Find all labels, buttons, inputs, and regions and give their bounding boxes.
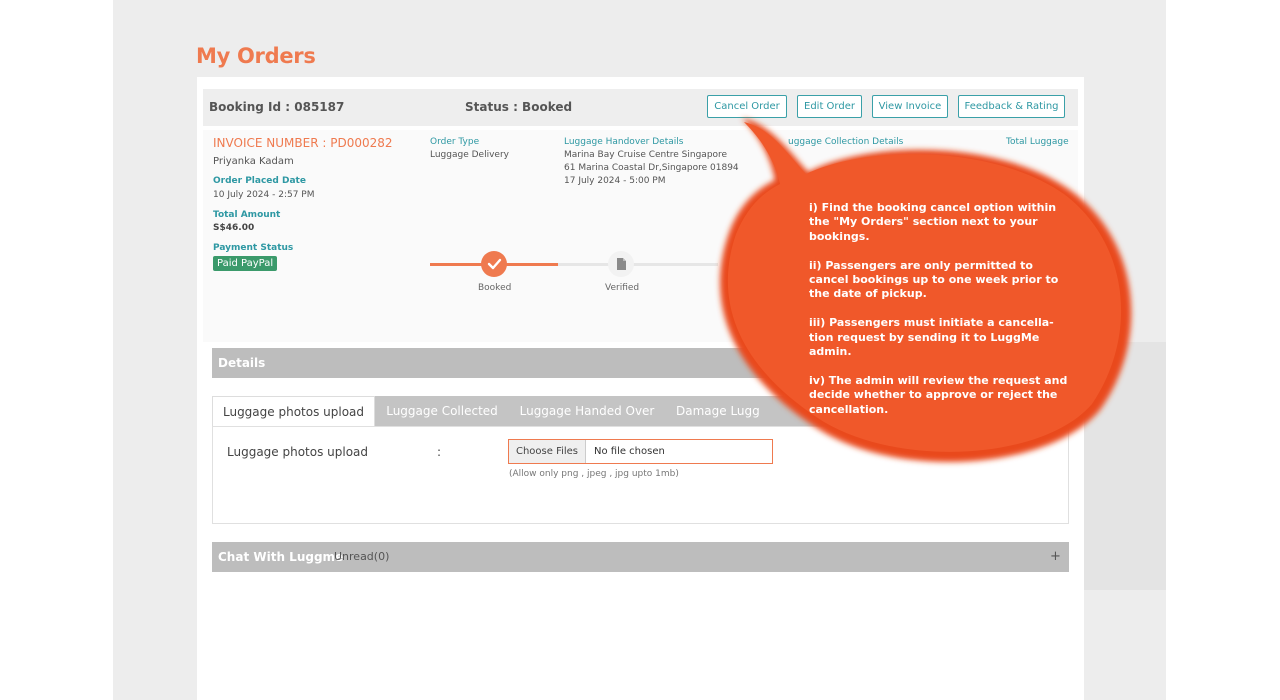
expand-icon[interactable]: + [1050,549,1061,564]
chat-unread: Unread(0) [334,550,390,563]
chat-title: Chat With Luggme [218,550,344,564]
check-icon [487,258,502,270]
callout-item: iv) The admin will review the request an… [809,373,1068,416]
booking-status: Status : Booked [465,100,573,114]
step-verified-label: Verified [605,283,640,293]
step-booked-label: Booked [478,283,512,293]
choose-files-button[interactable]: Choose Files [509,440,586,463]
order-type-label: Order Type [430,137,480,147]
upload-hint: (Allow only png , jpeg , jpg upto 1mb) [509,469,679,479]
upload-label: Luggage photos upload [227,445,369,459]
tab-luggage-collected[interactable]: Luggage Collected [375,396,509,426]
step-booked-circle [481,251,507,277]
callout-item: ii) Passengers are only permitted to can… [809,258,1059,301]
details-title: Details [218,356,266,370]
chat-panel-header[interactable]: Chat With Luggme Unread(0) + [212,542,1069,572]
tab-luggage-handed-over[interactable]: Luggage Handed Over [509,396,665,426]
invoice-number: INVOICE NUMBER : PD000282 [213,136,393,150]
customer-name: Priyanka Kadam [213,156,294,167]
total-amount-value: S$46.00 [213,223,255,233]
callout-item: iii) Passengers must initiate a cancella… [809,316,1054,359]
handover-date: 17 July 2024 - 5:00 PM [564,176,666,186]
order-placed-label: Order Placed Date [213,176,306,186]
page-title: My Orders [196,44,316,68]
order-type-value: Luggage Delivery [430,150,509,160]
handover-label: Luggage Handover Details [564,137,684,147]
callout-text: i) Find the booking cancel option within… [809,201,1071,431]
total-amount-label: Total Amount [213,210,281,220]
document-icon [617,258,626,270]
payment-status-badge: Paid PayPal [213,256,278,271]
upload-colon: : [437,445,442,459]
payment-status-label: Payment Status [213,243,294,253]
callout-item: i) Find the booking cancel option within… [809,201,1057,243]
order-placed-value: 10 July 2024 - 2:57 PM [213,190,315,200]
booking-id: Booking Id : 085187 [209,100,345,114]
file-status: No file chosen [594,446,665,457]
tab-luggage-photos-upload[interactable]: Luggage photos upload [212,396,375,426]
step-verified-circle [608,251,634,277]
progress-line-pending [558,263,718,266]
